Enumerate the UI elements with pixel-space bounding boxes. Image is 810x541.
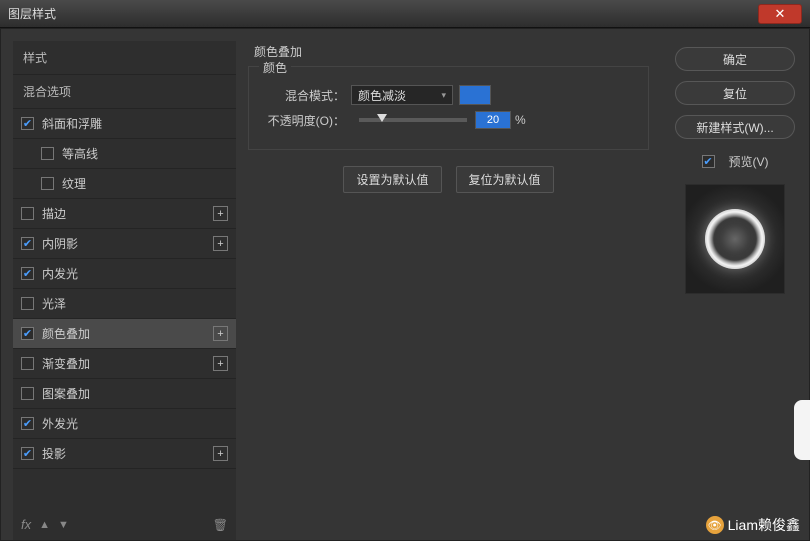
style-checkbox[interactable] [21,447,34,460]
reset-default-button[interactable]: 复位为默认值 [456,166,554,193]
add-effect-icon[interactable]: + [213,446,228,461]
color-fieldset: 颜色 混合模式： 颜色减淡 ▾ 不透明度(O)： % [248,66,649,150]
style-item[interactable]: 光泽 [13,289,236,319]
style-checkbox[interactable] [41,177,54,190]
weibo-icon: 👁 [706,516,724,534]
dialog-body: 样式 混合选项 斜面和浮雕等高线纹理描边+内阴影+内发光光泽颜色叠加+渐变叠加+… [0,28,810,541]
style-item[interactable]: 描边 + [13,199,236,229]
style-checkbox[interactable] [41,147,54,160]
style-item[interactable]: 内阴影 + [13,229,236,259]
style-checkbox[interactable] [21,417,34,430]
color-swatch[interactable] [459,85,491,105]
blend-mode-label: 混合模式： [259,87,351,104]
fieldset-label: 颜色 [259,59,291,76]
preview-thumbnail [705,209,765,269]
style-item-label: 图案叠加 [42,385,90,402]
move-up-icon[interactable]: ▲ [39,519,50,531]
window-title: 图层样式 [8,5,758,22]
group-title: 颜色叠加 [248,43,649,60]
center-panel: 颜色叠加 颜色 混合模式： 颜色减淡 ▾ 不透明度(O)： % 设置为默 [236,29,661,540]
cancel-button[interactable]: 复位 [675,81,795,105]
trash-icon[interactable]: 🗑 [213,518,228,532]
add-effect-icon[interactable]: + [213,356,228,371]
title-bar: 图层样式 ✕ [0,0,810,28]
style-item-label: 斜面和浮雕 [42,115,102,132]
fx-menu[interactable]: fx [21,517,31,532]
right-panel: 确定 复位 新建样式(W)... 预览(V) [661,29,809,540]
style-checkbox[interactable] [21,387,34,400]
style-item-label: 等高线 [62,145,98,162]
left-footer: fx ▲ ▼ 🗑 [13,509,236,540]
ok-button[interactable]: 确定 [675,47,795,71]
add-effect-icon[interactable]: + [213,236,228,251]
move-down-icon[interactable]: ▼ [58,519,69,531]
style-item[interactable]: 斜面和浮雕 [13,109,236,139]
style-item-label: 纹理 [62,175,86,192]
blend-mode-select[interactable]: 颜色减淡 ▾ [351,85,453,105]
watermark-text: Liam赖俊鑫 [728,515,800,535]
blend-mode-value: 颜色减淡 [358,87,406,104]
set-default-button[interactable]: 设置为默认值 [343,166,441,193]
preview-label: 预览(V) [729,153,769,170]
default-buttons-row: 设置为默认值 复位为默认值 [248,166,649,193]
preview-toggle[interactable]: 预览(V) [702,153,769,170]
style-checkbox[interactable] [21,297,34,310]
blend-options-header[interactable]: 混合选项 [13,75,236,109]
new-style-button[interactable]: 新建样式(W)... [675,115,795,139]
style-checkbox[interactable] [21,267,34,280]
preview-checkbox[interactable] [702,155,715,168]
blend-mode-row: 混合模式： 颜色减淡 ▾ [259,85,638,105]
opacity-row: 不透明度(O)： % [259,111,638,129]
style-item-label: 颜色叠加 [42,325,90,342]
style-checkbox[interactable] [21,327,34,340]
style-item-label: 外发光 [42,415,78,432]
style-item[interactable]: 图案叠加 [13,379,236,409]
side-chip [794,400,810,460]
style-item-label: 渐变叠加 [42,355,90,372]
style-item[interactable]: 外发光 [13,409,236,439]
style-checkbox[interactable] [21,117,34,130]
style-item-label: 内阴影 [42,235,78,252]
opacity-input[interactable] [475,111,511,129]
style-item[interactable]: 等高线 [13,139,236,169]
left-panel: 样式 混合选项 斜面和浮雕等高线纹理描边 + 内阴影 + 内发光光泽颜色叠加 + 渐变叠加 +… [1,29,236,540]
style-item-label: 内发光 [42,265,78,282]
style-checkbox[interactable] [21,207,34,220]
style-item[interactable]: 纹理 [13,169,236,199]
opacity-unit: % [515,113,526,127]
chevron-down-icon: ▾ [441,90,446,101]
add-effect-icon[interactable]: + [213,326,228,341]
close-icon: ✕ [775,6,786,22]
style-checkbox[interactable] [21,237,34,250]
style-list: 样式 混合选项 斜面和浮雕等高线纹理描边 + 内阴影 + 内发光光泽颜色叠加 + 渐变叠加 +… [13,41,236,540]
opacity-label: 不透明度(O)： [259,112,351,129]
style-checkbox[interactable] [21,357,34,370]
style-item[interactable]: 投影 + [13,439,236,469]
style-item[interactable]: 内发光 [13,259,236,289]
opacity-slider[interactable] [359,118,467,122]
close-button[interactable]: ✕ [758,4,802,24]
watermark: 👁 Liam赖俊鑫 [706,515,800,535]
style-item-label: 投影 [42,445,66,462]
add-effect-icon[interactable]: + [213,206,228,221]
slider-thumb[interactable] [377,114,387,122]
style-item-label: 描边 [42,205,66,222]
style-item[interactable]: 颜色叠加 + [13,319,236,349]
style-item-label: 光泽 [42,295,66,312]
preview-box [685,184,785,294]
style-item[interactable]: 渐变叠加 + [13,349,236,379]
styles-header[interactable]: 样式 [13,41,236,75]
